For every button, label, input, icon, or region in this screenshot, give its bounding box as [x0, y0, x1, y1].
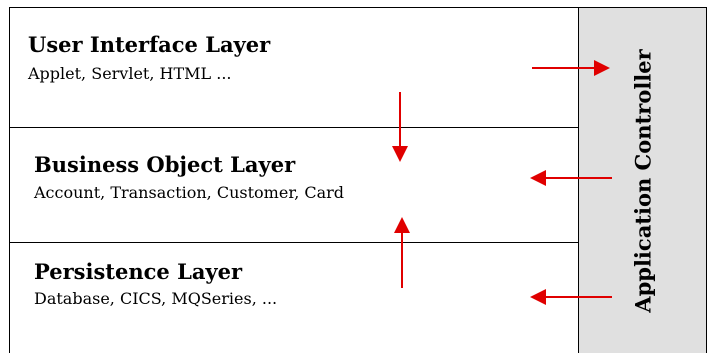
user-interface-layer-box: User Interface Layer Applet, Servlet, HT…: [9, 7, 579, 128]
application-controller-box: Application Controller: [578, 7, 707, 353]
user-interface-layer-title: User Interface Layer: [28, 32, 271, 57]
architecture-diagram: User Interface Layer Applet, Servlet, HT…: [0, 0, 707, 353]
business-object-layer-title: Business Object Layer: [34, 152, 296, 177]
persistence-layer-subtitle: Database, CICS, MQSeries, ...: [34, 289, 278, 308]
persistence-layer-box: Persistence Layer Database, CICS, MQSeri…: [9, 242, 579, 353]
business-object-layer-subtitle: Account, Transaction, Customer, Card: [34, 183, 345, 202]
application-controller-label: Application Controller: [630, 48, 655, 313]
business-object-layer-box: Business Object Layer Account, Transacti…: [9, 127, 579, 243]
persistence-layer-title: Persistence Layer: [34, 259, 243, 284]
user-interface-layer-subtitle: Applet, Servlet, HTML ...: [28, 64, 232, 83]
